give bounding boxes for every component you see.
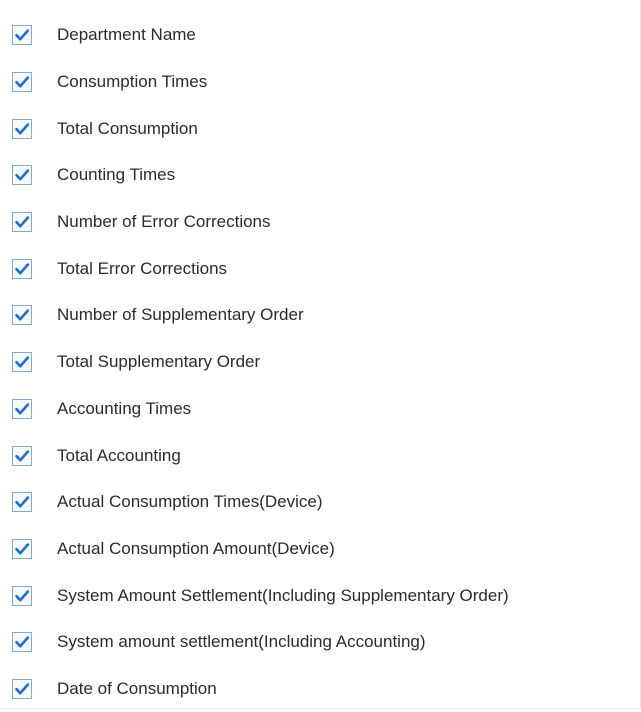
field-item-actual-consumption-times-device[interactable]: Actual Consumption Times(Device): [0, 479, 509, 526]
field-label: System Amount Settlement(Including Suppl…: [57, 585, 509, 605]
field-item-number-of-error-corrections[interactable]: Number of Error Corrections: [0, 199, 509, 246]
field-label: Department Name: [57, 25, 196, 45]
field-label: Date of Consumption: [57, 678, 217, 698]
checkbox[interactable]: [12, 492, 32, 513]
checkmark-icon: [15, 263, 30, 275]
field-item-accounting-times[interactable]: Accounting Times: [0, 386, 509, 433]
field-item-system-amount-settlement-supplementary[interactable]: System Amount Settlement(Including Suppl…: [0, 572, 509, 619]
checkmark-icon: [15, 636, 30, 648]
checkbox[interactable]: [12, 398, 32, 419]
field-label: Number of Supplementary Order: [57, 305, 304, 325]
field-label: Total Accounting: [57, 445, 181, 465]
field-checkbox-list: Department Name Consumption Times Total …: [0, 12, 509, 712]
field-label: Number of Error Corrections: [57, 212, 271, 232]
checkbox[interactable]: [12, 538, 32, 559]
checkmark-icon: [15, 76, 30, 88]
checkmark-icon: [15, 496, 30, 508]
field-label: Accounting Times: [57, 398, 192, 418]
field-item-system-amount-settlement-accounting[interactable]: System amount settlement(Including Accou…: [0, 619, 509, 666]
checkbox[interactable]: [12, 445, 32, 466]
field-item-department-name[interactable]: Department Name: [0, 12, 509, 59]
checkmark-icon: [15, 683, 30, 695]
checkmark-icon: [15, 543, 30, 555]
field-label: Actual Consumption Times(Device): [57, 492, 323, 512]
field-item-consumption-times[interactable]: Consumption Times: [0, 59, 509, 106]
checkmark-icon: [15, 29, 30, 41]
field-item-total-supplementary-order[interactable]: Total Supplementary Order: [0, 339, 509, 386]
checkbox[interactable]: [12, 352, 32, 373]
field-label: Consumption Times: [57, 72, 208, 92]
checkmark-icon: [15, 449, 30, 462]
checkbox[interactable]: [12, 212, 32, 233]
field-item-counting-times[interactable]: Counting Times: [0, 152, 509, 199]
field-label: Counting Times: [57, 165, 176, 185]
checkbox[interactable]: [12, 25, 32, 46]
field-label: Total Consumption: [57, 118, 198, 138]
checkmark-icon: [15, 403, 30, 415]
checkmark-icon: [15, 589, 30, 602]
checkbox[interactable]: [12, 585, 32, 606]
field-label: System amount settlement(Including Accou…: [57, 632, 426, 652]
field-item-date-of-consumption[interactable]: Date of Consumption: [0, 666, 509, 712]
field-item-total-accounting[interactable]: Total Accounting: [0, 432, 509, 479]
checkbox[interactable]: [12, 305, 32, 326]
checkbox[interactable]: [12, 118, 32, 139]
checkbox[interactable]: [12, 678, 32, 699]
checkbox[interactable]: [12, 165, 32, 186]
field-label: Actual Consumption Amount(Device): [57, 538, 335, 558]
checkmark-icon: [15, 356, 30, 368]
checkmark-icon: [15, 309, 30, 321]
field-item-number-of-supplementary-order[interactable]: Number of Supplementary Order: [0, 292, 509, 339]
field-item-total-consumption[interactable]: Total Consumption: [0, 105, 509, 152]
checkmark-icon: [15, 216, 30, 228]
checkbox[interactable]: [12, 258, 32, 279]
field-label: Total Error Corrections: [57, 258, 228, 278]
checkbox[interactable]: [12, 72, 32, 93]
field-item-actual-consumption-amount-device[interactable]: Actual Consumption Amount(Device): [0, 526, 509, 573]
field-label: Total Supplementary Order: [57, 352, 261, 372]
checkbox[interactable]: [12, 632, 32, 653]
checkmark-icon: [15, 123, 30, 135]
checkmark-icon: [15, 169, 30, 181]
field-item-total-error-corrections[interactable]: Total Error Corrections: [0, 245, 509, 292]
column-selection-panel: Department Name Consumption Times Total …: [0, 0, 641, 709]
